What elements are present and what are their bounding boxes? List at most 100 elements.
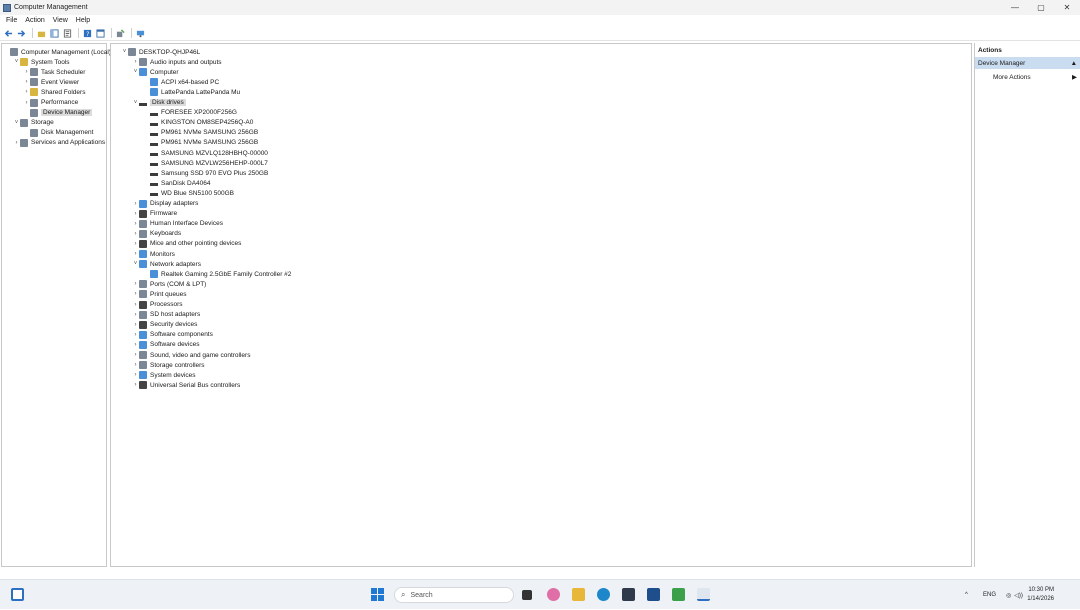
device-tree-item[interactable]: › Sound, video and game controllers xyxy=(132,350,250,360)
device-tree-item[interactable]: SAMSUNG MZVLW256HEHP-000L7 xyxy=(143,158,268,168)
chevron-right-icon[interactable]: › xyxy=(132,332,139,338)
device-tree-item[interactable]: LattePanda LattePanda Mu xyxy=(143,87,240,97)
device-tree-item[interactable]: Samsung SSD 970 EVO Plus 250GB xyxy=(143,168,268,178)
device-tree-item[interactable]: KINGSTON OM8SEP4256Q-A0 xyxy=(143,118,253,128)
chevron-down-icon[interactable]: ˅ xyxy=(132,69,139,75)
minimize-button[interactable]: — xyxy=(1002,0,1028,15)
device-tree-item[interactable]: PM961 NVMe SAMSUNG 256GB xyxy=(143,138,258,148)
chevron-down-icon[interactable]: ˅ xyxy=(13,59,20,65)
chevron-up-icon[interactable]: ^ xyxy=(965,592,968,598)
menu-help[interactable]: Help xyxy=(76,17,90,24)
tray-overflow[interactable]: ^ xyxy=(965,580,968,610)
chevron-down-icon[interactable]: ˅ xyxy=(121,49,128,55)
store-icon[interactable] xyxy=(622,588,635,601)
console-tree-item[interactable]: › Shared Folders xyxy=(23,87,85,97)
menu-view[interactable]: View xyxy=(53,17,68,24)
chevron-right-icon[interactable]: › xyxy=(132,312,139,318)
console-tree-item[interactable]: › Services and Applications xyxy=(13,138,105,148)
close-button[interactable]: ✕ xyxy=(1054,0,1080,15)
device-tree-item[interactable]: › Mice and other pointing devices xyxy=(132,239,241,249)
app-green-icon[interactable] xyxy=(672,588,685,601)
console-tree-item[interactable]: › Event Viewer xyxy=(23,77,79,87)
chevron-right-icon[interactable]: › xyxy=(132,382,139,388)
forward-icon[interactable] xyxy=(16,28,26,38)
device-tree-item[interactable]: › System devices xyxy=(132,370,196,380)
device-tree-item[interactable]: › Software components xyxy=(132,330,213,340)
collapse-arrow-icon[interactable]: ▲ xyxy=(1071,60,1077,67)
device-tree-item[interactable]: › Human Interface Devices xyxy=(132,219,223,229)
chevron-right-icon[interactable]: › xyxy=(23,79,30,85)
device-tree-item[interactable]: WD Blue SN5100 500GB xyxy=(143,188,234,198)
device-tree-item[interactable]: ˅ Network adapters xyxy=(132,259,201,269)
device-tree-item[interactable]: › SD host adapters xyxy=(132,310,200,320)
language-indicator[interactable]: ENG xyxy=(983,580,996,610)
chevron-down-icon[interactable]: ˅ xyxy=(132,261,139,267)
up-folder-icon[interactable] xyxy=(36,28,46,38)
device-tree-item[interactable]: › Audio inputs and outputs xyxy=(132,57,222,67)
menu-action[interactable]: Action xyxy=(25,17,44,24)
update-driver-icon[interactable] xyxy=(115,28,125,38)
scan-hardware-icon[interactable] xyxy=(135,28,145,38)
chevron-right-icon[interactable]: › xyxy=(23,89,30,95)
chevron-right-icon[interactable]: › xyxy=(132,281,139,287)
widgets-icon[interactable] xyxy=(11,588,24,601)
chevron-right-icon[interactable]: › xyxy=(132,241,139,247)
back-icon[interactable] xyxy=(3,28,13,38)
device-tree-item[interactable]: › Ports (COM & LPT) xyxy=(132,279,206,289)
device-tree-item[interactable]: › Storage controllers xyxy=(132,360,205,370)
task-view-icon[interactable] xyxy=(522,590,532,600)
device-tree-item[interactable]: ˅ DESKTOP-QHJP46L xyxy=(121,47,200,57)
show-hide-tree-icon[interactable] xyxy=(49,28,59,38)
console-tree-item[interactable]: ˅ Storage xyxy=(13,118,54,128)
console-tree-item[interactable]: Computer Management (Local) xyxy=(3,47,111,57)
device-tree-item[interactable]: › Monitors xyxy=(132,249,175,259)
chevron-right-icon[interactable]: › xyxy=(132,59,139,65)
device-tree-item[interactable]: › Processors xyxy=(132,300,183,310)
chevron-right-icon[interactable]: › xyxy=(132,302,139,308)
file-explorer-icon[interactable] xyxy=(572,588,585,601)
console-tree-item[interactable]: › Task Scheduler xyxy=(23,67,85,77)
chevron-right-icon[interactable]: › xyxy=(132,362,139,368)
chevron-right-icon[interactable]: › xyxy=(132,231,139,237)
chevron-down-icon[interactable]: ˅ xyxy=(13,120,20,126)
chevron-right-icon[interactable]: › xyxy=(132,211,139,217)
device-tree-item[interactable]: › Firmware xyxy=(132,209,177,219)
copilot-icon[interactable] xyxy=(547,588,560,601)
help-icon[interactable]: ? xyxy=(82,28,92,38)
chevron-right-icon[interactable]: › xyxy=(132,352,139,358)
chevron-right-icon[interactable]: › xyxy=(23,100,30,106)
network-volume-indicator[interactable]: ◎ ◁)) xyxy=(1006,580,1023,610)
chevron-right-icon[interactable]: › xyxy=(23,69,30,75)
chevron-right-icon[interactable]: › xyxy=(132,372,139,378)
device-tree-item[interactable]: › Security devices xyxy=(132,320,197,330)
menu-file[interactable]: File xyxy=(6,17,17,24)
console-tree-item[interactable]: Device Manager xyxy=(23,108,93,118)
device-tree-item[interactable]: SAMSUNG MZVLQ128HBHQ-00000 xyxy=(143,148,268,158)
chevron-down-icon[interactable]: ˅ xyxy=(132,100,139,106)
device-tree-item[interactable]: SanDisk DA4064 xyxy=(143,178,211,188)
device-tree-item[interactable]: Realtek Gaming 2.5GbE Family Controller … xyxy=(143,269,291,279)
chevron-right-icon[interactable]: › xyxy=(132,251,139,257)
chevron-right-icon[interactable]: › xyxy=(132,342,139,348)
console-tree-item[interactable]: ˅ System Tools xyxy=(13,57,70,67)
chevron-right-icon[interactable]: › xyxy=(132,221,139,227)
device-tree-item[interactable]: FORESEE XP2000F256G xyxy=(143,108,237,118)
device-tree-item[interactable]: › Display adapters xyxy=(132,199,198,209)
chevron-right-icon[interactable]: › xyxy=(132,322,139,328)
actions-device-manager[interactable]: Device Manager ▲ xyxy=(975,57,1080,69)
more-actions-item[interactable]: More Actions ▶ xyxy=(975,72,1080,82)
start-icon[interactable] xyxy=(371,588,384,601)
clock[interactable]: 10:30 PM 1/14/2026 xyxy=(1027,586,1054,604)
device-tree-item[interactable]: › Software devices xyxy=(132,340,200,350)
computer-management-taskbar-icon[interactable] xyxy=(697,588,710,601)
chevron-right-icon[interactable]: › xyxy=(13,140,20,146)
maximize-button[interactable]: ▢ xyxy=(1028,0,1054,15)
device-tree-item[interactable]: ˅ Disk drives xyxy=(132,98,186,108)
device-tree-item[interactable]: PM961 NVMe SAMSUNG 256GB xyxy=(143,128,258,138)
chevron-right-icon[interactable]: › xyxy=(132,201,139,207)
device-tree-item[interactable]: ACPI x64-based PC xyxy=(143,77,219,87)
calculator-icon[interactable] xyxy=(647,588,660,601)
chevron-right-icon[interactable]: › xyxy=(132,291,139,297)
device-tree-item[interactable]: › Universal Serial Bus controllers xyxy=(132,380,240,390)
console-tree-item[interactable]: › Performance xyxy=(23,98,78,108)
